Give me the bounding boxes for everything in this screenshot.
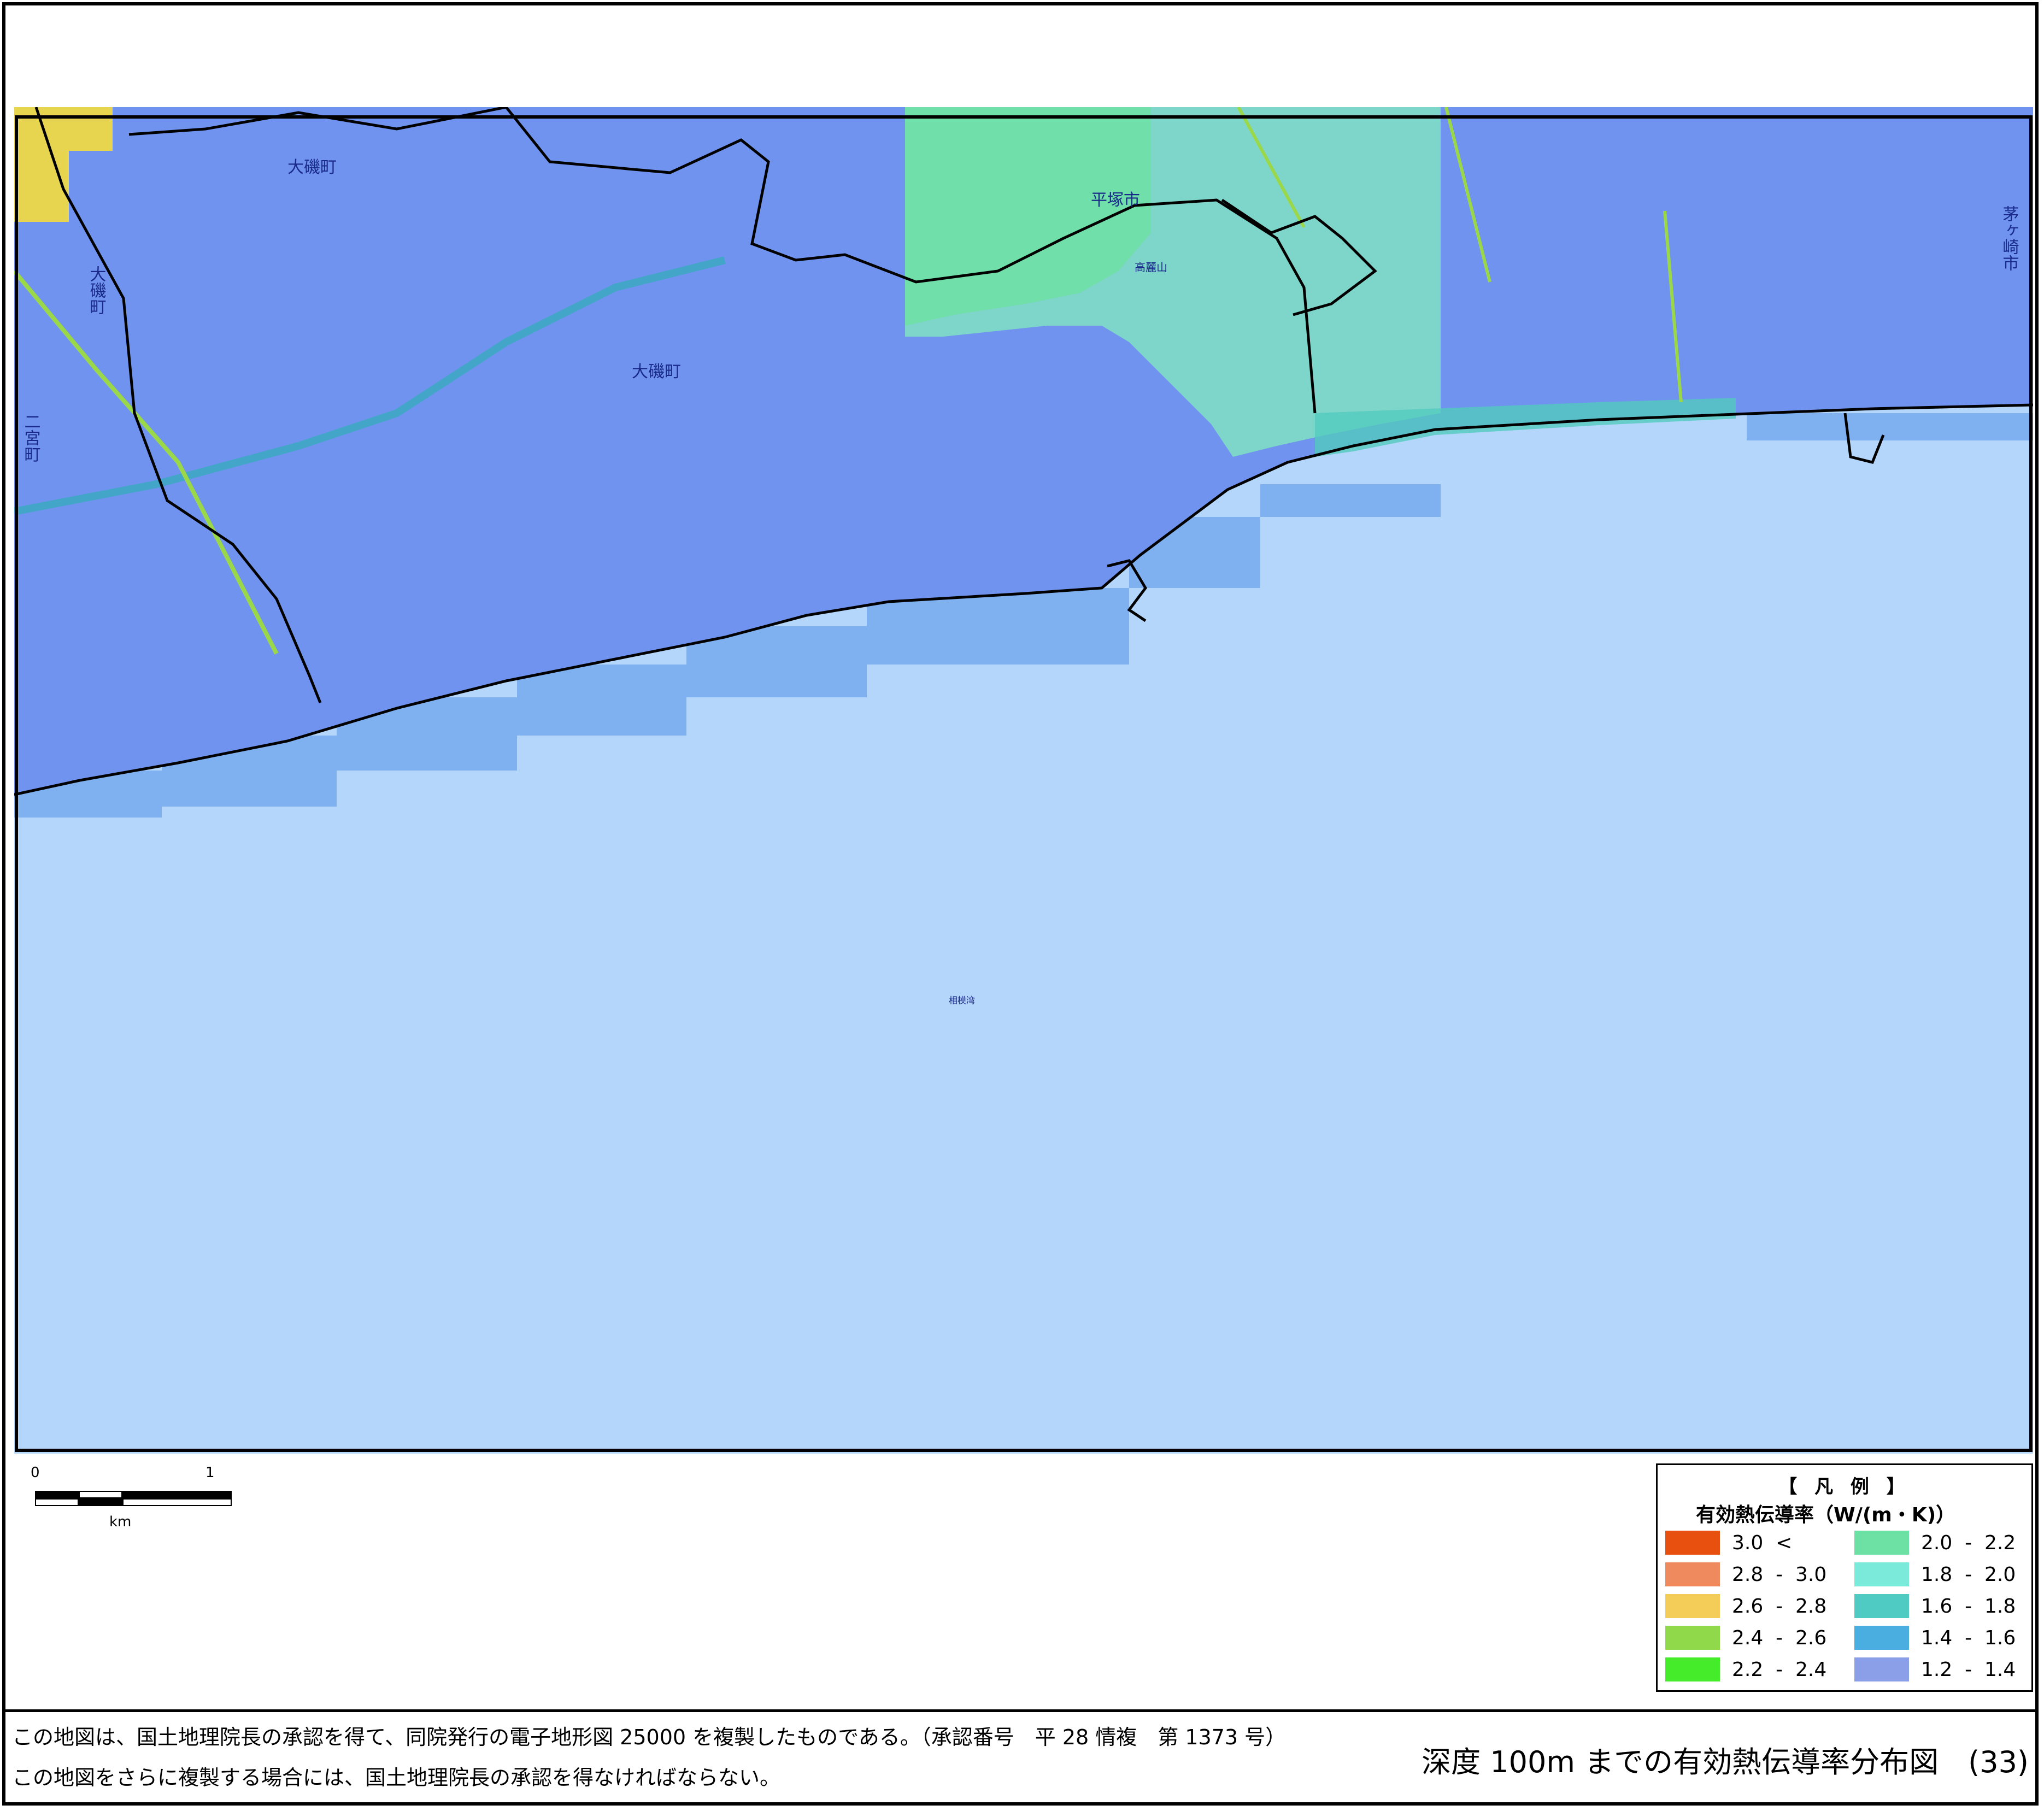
place-label-ninomiya: 二宮町 xyxy=(21,413,40,462)
legend-swatch xyxy=(1854,1562,1909,1586)
place-label-chigasaki: 茅ヶ崎市 xyxy=(2000,205,2019,271)
legend-swatch xyxy=(1854,1657,1909,1681)
legend-label: 2.4 - 2.6 xyxy=(1732,1626,1827,1649)
legend-swatch xyxy=(1665,1626,1720,1650)
legend-swatch xyxy=(1854,1594,1909,1618)
place-label-oiso-2: 大磯町 xyxy=(632,362,681,381)
legend-item: 2.8 - 3.0 xyxy=(1665,1561,1826,1587)
legend-item: 2.2 - 2.4 xyxy=(1665,1656,1826,1683)
legend-swatch xyxy=(1665,1657,1720,1681)
scale-zero: 0 xyxy=(31,1465,40,1481)
legend-item: 2.0 - 2.2 xyxy=(1854,1530,2016,1556)
place-label-oiso-3: 大磯町 xyxy=(87,266,107,315)
scale-bar: 0 1 km xyxy=(22,1465,240,1547)
place-label-hiratsuka: 平塚市 xyxy=(1091,191,1140,210)
legend-swatch xyxy=(1665,1531,1720,1555)
legend-item: 1.8 - 2.0 xyxy=(1854,1561,2016,1587)
legend-label: 2.2 - 2.4 xyxy=(1732,1658,1827,1681)
legend-swatch xyxy=(1665,1594,1720,1618)
legend-swatch xyxy=(1665,1562,1720,1586)
legend-item: 1.2 - 1.4 xyxy=(1854,1656,2016,1683)
legend-label: 1.6 - 1.8 xyxy=(1921,1595,2016,1618)
legend-label: 2.6 - 2.8 xyxy=(1732,1595,1827,1618)
map-title: 深度 100m までの有効熱伝導率分布図 (33) xyxy=(1422,1745,2029,1779)
legend-swatch xyxy=(1854,1531,1909,1555)
legend-label: 1.4 - 1.6 xyxy=(1921,1626,2016,1649)
scale-one: 1 xyxy=(205,1465,215,1481)
legend-item: 1.4 - 1.6 xyxy=(1854,1625,2016,1651)
map-svg: 大磯町 大磯町 平塚市 高麗山 相模湾 大磯町 二宮町 茅ヶ崎市 xyxy=(14,107,2033,1454)
copyright-note-1: この地図は、国土地理院長の承認を得て、同院発行の電子地形図 25000 を複製し… xyxy=(12,1725,1287,1749)
legend-label: 2.0 - 2.2 xyxy=(1921,1531,2016,1554)
legend-item: 2.6 - 2.8 xyxy=(1665,1593,1826,1619)
place-label-takatoriyama: 高麗山 xyxy=(1135,261,1167,274)
place-label-sagami-bay: 相模湾 xyxy=(949,995,975,1006)
legend-item: 1.6 - 1.8 xyxy=(1854,1593,2016,1619)
legend: 【 凡 例 】 有効熱伝導率（W/(m・K)） 3.0 < 2.8 - 3.0 … xyxy=(1656,1463,2033,1692)
place-label-oiso-1: 大磯町 xyxy=(287,158,337,177)
legend-label: 3.0 < xyxy=(1732,1531,1793,1554)
scale-bar-graphic xyxy=(35,1491,232,1506)
legend-title: 【 凡 例 】 xyxy=(1778,1476,1911,1498)
legend-swatch xyxy=(1854,1626,1909,1650)
legend-item: 3.0 < xyxy=(1665,1530,1792,1556)
legend-label: 2.8 - 3.0 xyxy=(1732,1563,1827,1586)
legend-label: 1.2 - 1.4 xyxy=(1921,1658,2016,1681)
copyright-note-2: この地図をさらに複製する場合には、国土地理院長の承認を得なければならない。 xyxy=(12,1766,781,1790)
footer-divider xyxy=(5,1709,2039,1712)
thermal-conductivity-map[interactable]: 大磯町 大磯町 平塚市 高麗山 相模湾 大磯町 二宮町 茅ヶ崎市 xyxy=(14,107,2033,1454)
scale-unit: km xyxy=(109,1514,132,1530)
legend-subtitle: 有効熱伝導率（W/(m・K)） xyxy=(1696,1504,1956,1526)
legend-item: 2.4 - 2.6 xyxy=(1665,1625,1826,1651)
legend-label: 1.8 - 2.0 xyxy=(1921,1563,2016,1586)
